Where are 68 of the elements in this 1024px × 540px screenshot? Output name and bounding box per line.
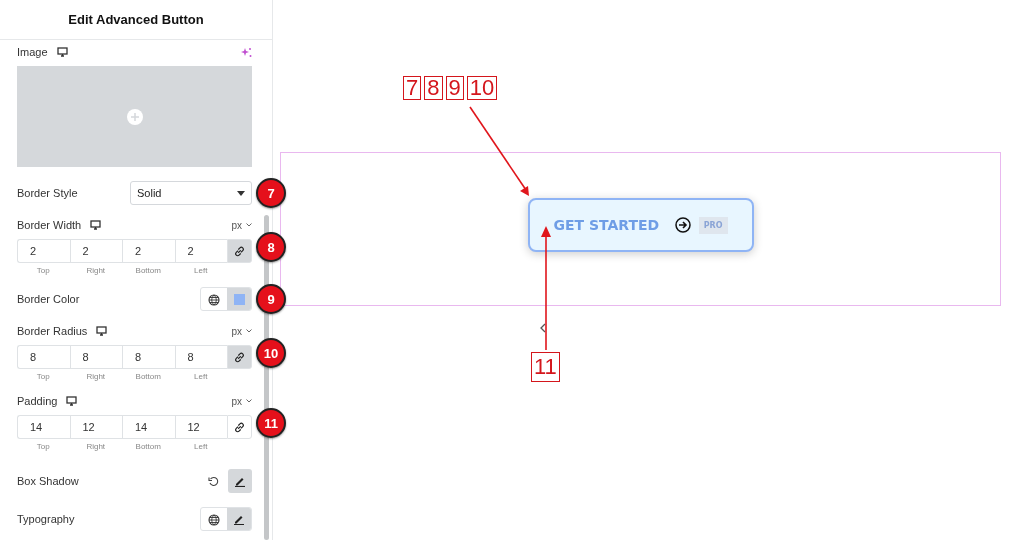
callout-badge: 7 [256, 178, 286, 208]
unit-selector[interactable]: px [231, 325, 242, 337]
link-toggle[interactable] [227, 239, 252, 263]
chevron-down-icon[interactable] [246, 329, 252, 333]
dimension-input[interactable]: 12 [69, 415, 122, 439]
arrow-circle-icon [674, 217, 691, 233]
callout-label: 11 [531, 352, 560, 382]
pencil-icon [234, 475, 246, 487]
border-style-select[interactable]: Solid [130, 181, 252, 205]
callout-badge: 8 [256, 232, 286, 262]
chevron-down-icon[interactable] [246, 399, 252, 403]
callout-badge: 9 [256, 284, 286, 314]
dimension-input[interactable]: 2 [69, 239, 122, 263]
callout-label: 7 [403, 76, 422, 100]
dimension-input[interactable]: 8 [17, 345, 70, 369]
link-icon [234, 351, 245, 363]
control-label: Padding [17, 395, 58, 407]
dimension-label: Bottom [134, 266, 162, 275]
dimension-input[interactable]: 8 [122, 345, 175, 369]
dimension-label: Bottom [134, 372, 162, 381]
color-swatch[interactable] [227, 288, 251, 310]
dimension-input[interactable]: 14 [122, 415, 175, 439]
link-toggle[interactable] [227, 415, 252, 439]
sparkle-icon[interactable] [241, 46, 252, 58]
dimension-label: Top [35, 372, 51, 381]
link-toggle[interactable] [227, 345, 252, 369]
dimension-input[interactable]: 14 [17, 415, 70, 439]
callout-badge: 10 [256, 338, 286, 368]
dimension-label: Left [193, 372, 209, 381]
pencil-icon [233, 513, 245, 525]
collapse-icon[interactable] [539, 323, 547, 333]
control-label: Box Shadow [17, 475, 79, 487]
panel-title: Edit Advanced Button [68, 12, 204, 27]
dimension-input[interactable]: 8 [69, 345, 122, 369]
dimension-input[interactable]: 2 [17, 239, 70, 263]
control-label: Border Style [17, 187, 78, 199]
pro-badge: PRO [698, 216, 728, 234]
control-label: Image [17, 46, 48, 58]
dimension-input[interactable]: 2 [122, 239, 175, 263]
dimension-label: Left [193, 266, 209, 275]
callout-label: 10 [466, 76, 498, 100]
link-icon [234, 245, 245, 257]
dimension-label: Top [35, 442, 51, 451]
desktop-icon[interactable] [66, 396, 78, 406]
control-label: Border Color [17, 293, 80, 305]
dimension-label: Top [35, 266, 51, 275]
dimension-label: Right [85, 266, 107, 275]
desktop-icon[interactable] [90, 220, 102, 230]
control-label: Border Radius [17, 325, 88, 337]
edit-button[interactable] [227, 508, 251, 530]
callout-label: 8 [424, 76, 443, 100]
reset-icon[interactable] [208, 475, 219, 487]
control-label: Border Width [17, 219, 82, 231]
dimension-label: Bottom [134, 442, 162, 451]
callout-badge: 11 [256, 408, 286, 438]
chevron-down-icon[interactable] [246, 223, 252, 227]
unit-selector[interactable]: px [231, 395, 242, 407]
unit-selector[interactable]: px [231, 219, 242, 231]
desktop-icon[interactable] [56, 47, 68, 57]
dimension-label: Right [85, 372, 107, 381]
callout-label: 9 [445, 76, 464, 100]
link-icon [234, 421, 245, 433]
control-label: Typography [17, 513, 75, 525]
edit-button[interactable] [228, 469, 252, 493]
dimension-label: Left [193, 442, 209, 451]
dimension-label: Right [85, 442, 107, 451]
desktop-icon[interactable] [96, 326, 108, 336]
caret-icon [237, 190, 245, 196]
